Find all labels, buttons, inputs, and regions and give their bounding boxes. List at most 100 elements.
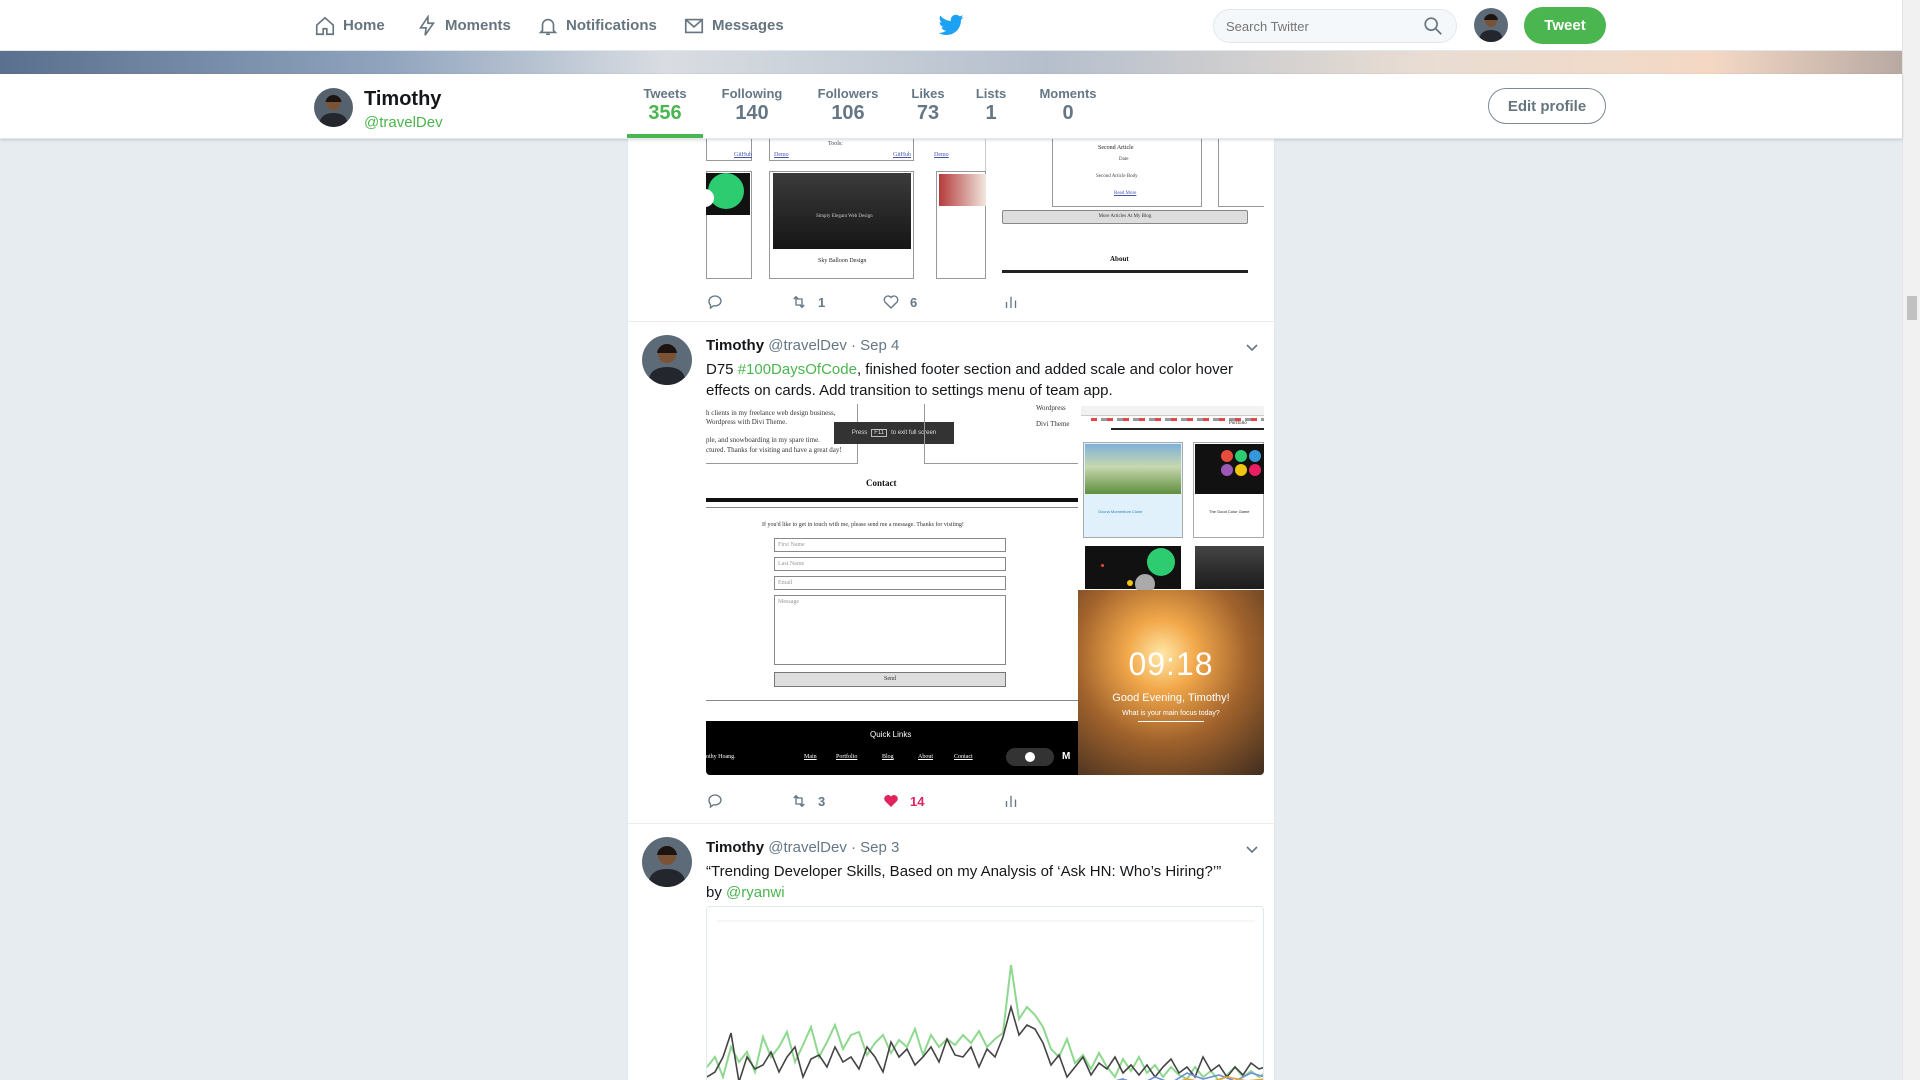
bar-chart-icon [1005,296,1017,308]
like-count: 6 [910,294,918,310]
retweet-count: 1 [818,294,826,310]
like-button[interactable]: 14 [882,792,924,810]
lightning-icon [419,14,435,36]
media-focus: What is your main focus today? [1122,710,1220,717]
tweet-date[interactable]: · Sep 3 [851,839,899,856]
nav-home[interactable]: Home [314,0,385,51]
nav-notifications[interactable]: Notifications [537,0,657,51]
stat-followers[interactable]: Followers 106 [814,86,882,125]
chevron-down-icon[interactable] [1244,841,1260,857]
media-text: ple, and snowboarding in my spare time. [706,436,820,444]
tweet-date[interactable]: · Sep 4 [851,337,899,354]
nav-moments[interactable]: Moments [416,0,511,51]
nav-messages[interactable]: Messages [683,0,784,51]
analytics-button[interactable] [1002,792,1020,810]
tweet-item[interactable]: GitHub Demo Tools: GitHub Demo Simply El… [628,139,1274,322]
bar-chart-icon [1005,795,1017,807]
media-text: GitHub [893,152,911,158]
stat-label: Followers [817,86,879,101]
tweet-text-part: “Trending Developer Skills, Based on my … [706,863,1222,880]
media-text: Last Name [774,557,1006,571]
media-text: Email [774,576,1006,590]
tweet-item[interactable]: Timothy @travelDev · Sep 3 “Trending Dev… [628,824,1274,1080]
retweet-icon [793,295,805,309]
nav-messages-label: Messages [712,17,784,34]
media-portfolio-grid: Portfolio Ocuna Momentum Clone The Good … [1081,404,1264,594]
media-text: If you'd like to get in touch with me, p… [762,522,964,528]
tweet-avatar[interactable] [642,837,692,887]
twitter-bird-icon[interactable] [939,14,964,36]
media-text: First Name [774,538,1006,552]
media-text: Second Article Body [1096,174,1138,179]
media-text: Contact [866,478,897,488]
hashtag-link[interactable]: #100DaysOfCode [738,361,857,378]
search-input[interactable] [1213,9,1457,43]
media-text: Divi Theme [1036,420,1070,428]
tweet-author-name[interactable]: Timothy [706,337,764,354]
profile-handle[interactable]: @travelDev [364,114,443,131]
tweet-text: “Trending Developer Skills, Based on my … [706,861,1236,903]
tweet-author-handle[interactable]: @travelDev [768,337,847,354]
search-icon[interactable] [1422,15,1444,37]
stat-moments[interactable]: Moments 0 [1036,86,1100,125]
tweet-media[interactable]: GitHub Demo Tools: GitHub Demo Simply El… [706,139,1264,279]
heart-icon [883,295,899,309]
media-text: Demo [774,152,789,158]
profile-avatar[interactable] [314,88,353,127]
media-text: Portfolio [1229,421,1247,426]
stat-label: Tweets [643,86,687,101]
media-momentum-screenshot: 09:18 Good Evening, Timothy! What is you… [1078,590,1264,775]
tweet-link-card[interactable] [706,906,1264,1080]
profile-name[interactable]: Timothy [364,88,441,111]
scrollbar-thumb[interactable] [1907,296,1917,320]
tweet-actions: 1 6 [706,293,1266,315]
tweet-header: Timothy @travelDev · Sep 4 [706,337,899,354]
stat-likes[interactable]: Likes 73 [909,86,947,125]
media-text: About [918,754,933,760]
media-text: Sky Balloon Design [818,258,867,264]
nav-moments-label: Moments [445,17,511,34]
like-count: 14 [910,793,925,809]
retweet-button[interactable]: 3 [790,792,825,810]
stat-lists[interactable]: Lists 1 [975,86,1007,125]
tweet-text: D75 #100DaysOfCode, finished footer sect… [706,359,1236,401]
tweet-actions: 3 14 [706,792,1266,814]
media-text: Press [851,430,868,436]
chevron-down-icon[interactable] [1244,339,1260,355]
tweet-author-name[interactable]: Timothy [706,839,764,856]
tweet-media[interactable]: h clients in my freelance web design bus… [706,404,1264,775]
tweet-button[interactable]: Tweet [1524,7,1606,44]
user-avatar[interactable] [1474,8,1508,42]
bell-icon [538,18,558,35]
like-button[interactable]: 6 [882,293,917,311]
stat-following[interactable]: Following 140 [718,86,786,125]
nav-notifications-label: Notifications [566,17,657,34]
tweet-avatar[interactable] [642,335,692,385]
reply-button[interactable] [706,792,724,810]
tweet-text-part: D75 [706,361,738,378]
stat-value: 73 [916,102,940,124]
mention-link[interactable]: @ryanwi [726,884,785,901]
stat-label: Moments [1039,86,1097,101]
media-text: About [1110,255,1129,263]
heart-filled-icon [884,795,898,807]
media-text: Main [804,754,817,760]
tweet-author-handle[interactable]: @travelDev [768,839,847,856]
medium-icon: M [1062,751,1071,762]
media-text: Portfolio [836,754,858,760]
reply-button[interactable] [706,293,724,311]
retweet-count: 3 [818,793,826,809]
media-text: ctured. Thanks for visiting and have a g… [706,446,842,454]
media-text: Wordpress [1036,404,1066,412]
media-text: The Good Color Game [1209,509,1250,514]
page-scrollbar[interactable] [1902,0,1920,1080]
analytics-button[interactable] [1002,293,1020,311]
retweet-button[interactable]: 1 [790,293,825,311]
edit-profile-button[interactable]: Edit profile [1488,88,1606,124]
media-text: Tools: [828,141,843,147]
media-clock: 09:18 [1128,646,1214,682]
tweet-item[interactable]: Timothy @travelDev · Sep 4 D75 #100DaysO… [628,322,1274,824]
stat-tweets[interactable]: Tweets 356 [643,86,687,125]
stat-label: Lists [975,86,1007,101]
media-text: GitHub [734,152,752,158]
